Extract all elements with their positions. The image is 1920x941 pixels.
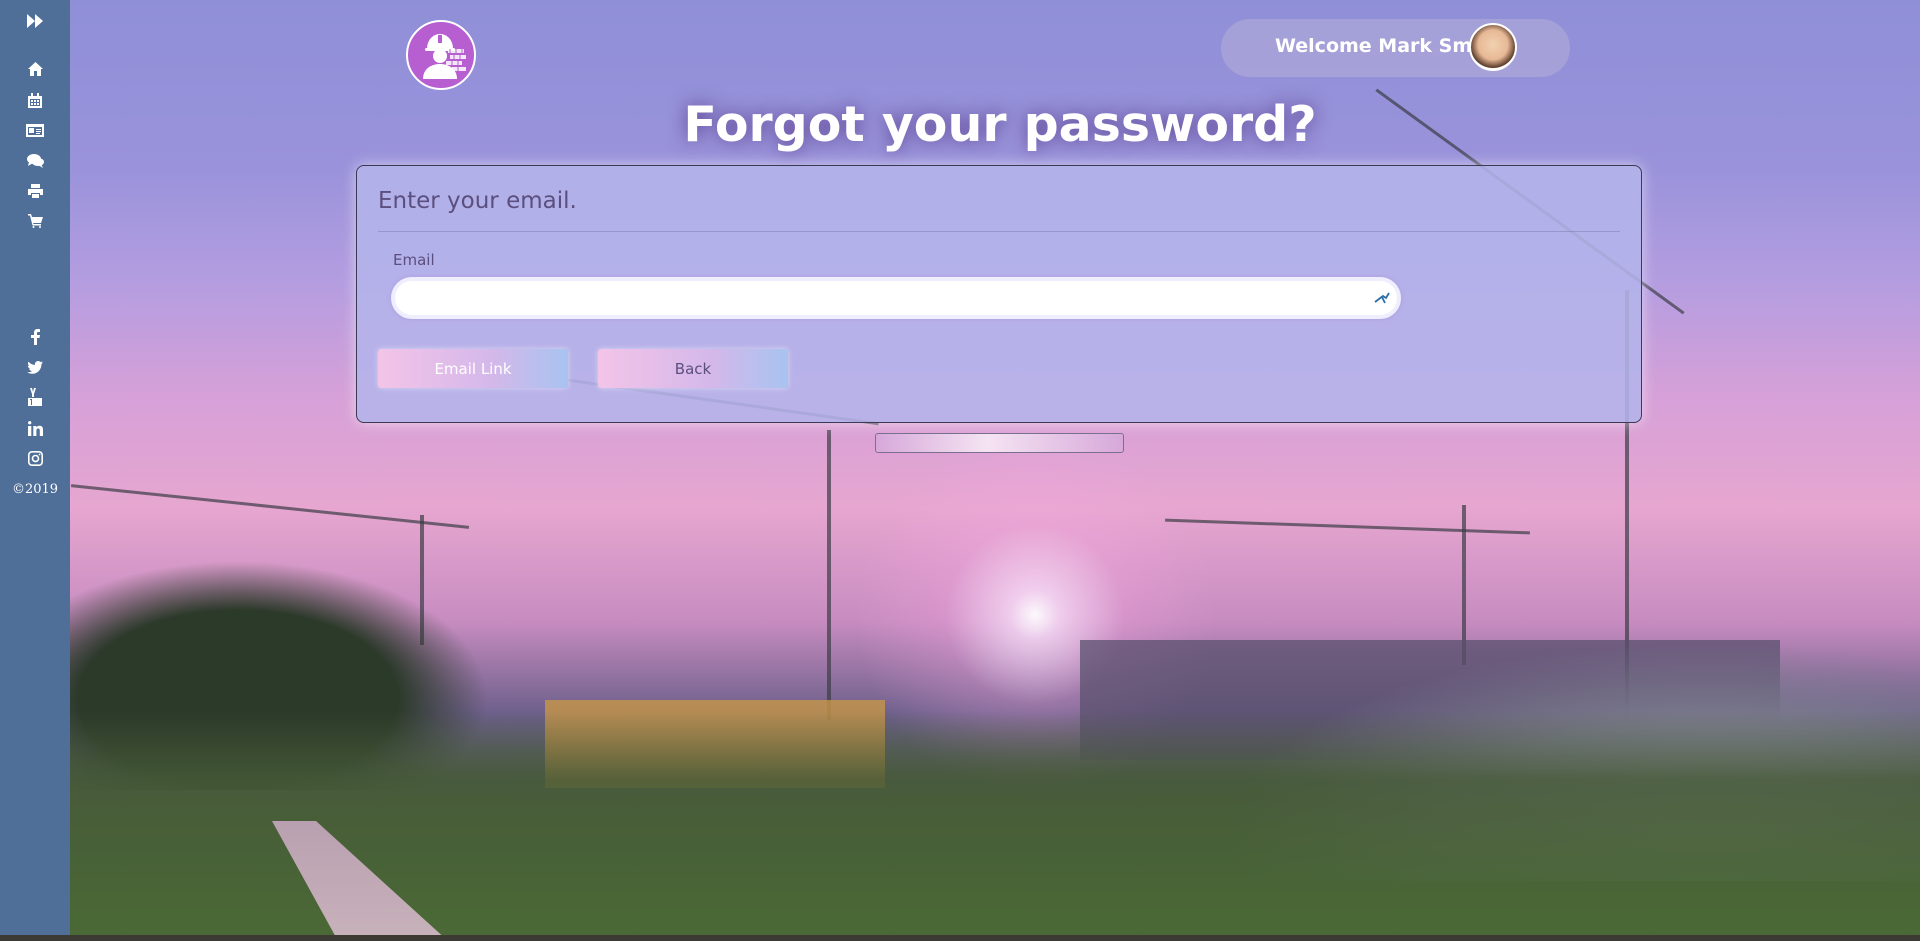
linkedin-icon (27, 420, 43, 436)
avatar[interactable] (1469, 23, 1517, 71)
comments-icon (26, 154, 44, 168)
youtube-link[interactable] (0, 388, 70, 406)
linkedin-link[interactable] (0, 419, 70, 437)
email-input[interactable] (391, 277, 1401, 319)
loading-bar (875, 433, 1124, 453)
page-title: Forgot your password? (683, 96, 1317, 153)
email-label: Email (393, 251, 435, 269)
twitter-icon (27, 360, 43, 374)
cart-icon (27, 214, 43, 228)
panel-heading: Enter your email. (378, 188, 577, 214)
app-logo[interactable] (406, 20, 476, 90)
back-button[interactable]: Back (598, 349, 788, 388)
facebook-link[interactable] (0, 328, 70, 346)
instagram-icon (27, 450, 43, 466)
construction-worker-icon (423, 34, 466, 79)
sidebar-item-print[interactable] (0, 183, 70, 199)
youtube-icon (28, 388, 42, 406)
twitter-link[interactable] (0, 358, 70, 376)
sidebar-item-cart[interactable] (0, 213, 70, 229)
home-icon (27, 62, 43, 76)
divider (378, 231, 1620, 232)
crane-decoration (1165, 518, 1530, 535)
bottom-bar (0, 935, 1920, 941)
facebook-icon (30, 329, 40, 345)
sidebar-item-home[interactable] (0, 62, 70, 76)
print-icon (27, 184, 43, 198)
autofill-key-icon[interactable] (1373, 289, 1391, 307)
email-link-button[interactable]: Email Link (378, 349, 568, 388)
instagram-link[interactable] (0, 449, 70, 467)
expand-sidebar-button[interactable] (0, 11, 70, 31)
welcome-banner: Welcome Mark Smith (1221, 19, 1570, 77)
fast-forward-icon (27, 14, 43, 28)
sidebar-item-chat[interactable] (0, 153, 70, 169)
crane-decoration (827, 430, 831, 720)
copyright-text: ©2019 (11, 482, 59, 497)
forgot-password-panel: Enter your email. Email Email Link Back (356, 165, 1642, 423)
crane-decoration (70, 484, 470, 529)
welcome-text: Welcome Mark Smith (1275, 35, 1502, 57)
